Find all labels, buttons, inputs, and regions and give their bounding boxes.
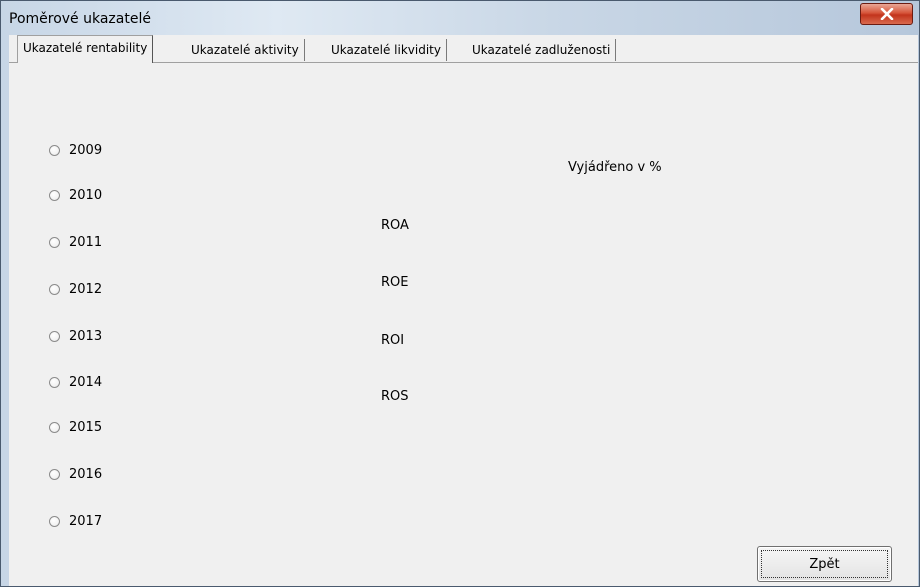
radio-year-2012[interactable]: 2012	[49, 282, 102, 297]
radio-year-2009[interactable]: 2009	[49, 143, 102, 158]
tab-zadluzenost[interactable]: Ukazatelé zadluženosti	[468, 39, 617, 61]
radio-button-icon[interactable]	[49, 422, 60, 433]
radio-button-icon[interactable]	[49, 190, 60, 201]
back-button[interactable]: Zpět	[757, 546, 892, 582]
radio-button-icon[interactable]	[49, 377, 60, 388]
indicator-label-ros: ROS	[381, 389, 409, 404]
radio-label: 2010	[69, 188, 103, 203]
radio-year-2010[interactable]: 2010	[49, 188, 102, 203]
radio-button-icon[interactable]	[49, 237, 60, 248]
radio-year-2013[interactable]: 2013	[49, 329, 102, 344]
dialog-window: Poměrové ukazatelé Ukazatelé rentability…	[0, 0, 920, 587]
radio-label: 2014	[69, 375, 103, 390]
radio-button-icon[interactable]	[49, 469, 60, 480]
client-area: Ukazatelé rentability Ukazatelé aktivity…	[9, 35, 918, 586]
unit-note-label: Vyjádřeno v %	[568, 160, 662, 175]
back-button-label: Zpět	[761, 550, 888, 578]
radio-label: 2011	[69, 235, 103, 250]
radio-label: 2015	[69, 420, 103, 435]
tab-rentabilita[interactable]: Ukazatelé rentability	[17, 35, 154, 63]
tab-strip: Ukazatelé rentability Ukazatelé aktivity…	[9, 35, 918, 63]
radio-label: 2012	[69, 282, 103, 297]
radio-button-icon[interactable]	[49, 516, 60, 527]
radio-button-icon[interactable]	[49, 145, 60, 156]
title-bar[interactable]: Poměrové ukazatelé	[1, 1, 919, 35]
radio-label: 2016	[69, 467, 103, 482]
radio-year-2011[interactable]: 2011	[49, 235, 102, 250]
radio-label: 2009	[69, 143, 103, 158]
radio-label: 2013	[69, 329, 103, 344]
radio-year-2017[interactable]: 2017	[49, 514, 102, 529]
radio-year-2015[interactable]: 2015	[49, 420, 102, 435]
close-x-icon	[861, 4, 912, 24]
indicator-label-roa: ROA	[381, 218, 409, 233]
indicator-label-roi: ROI	[381, 333, 405, 348]
tab-panel-rentabilita: 2009 2010 2011 2012 2013 2014 2015 2016 …	[9, 62, 918, 586]
indicator-label-roe: ROE	[381, 275, 409, 290]
radio-button-icon[interactable]	[49, 284, 60, 295]
radio-year-2016[interactable]: 2016	[49, 467, 102, 482]
radio-year-2014[interactable]: 2014	[49, 375, 102, 390]
radio-button-icon[interactable]	[49, 331, 60, 342]
radio-label: 2017	[69, 514, 103, 529]
close-button[interactable]	[860, 3, 913, 25]
tab-aktivita[interactable]: Ukazatelé aktivity	[187, 39, 305, 61]
window-title: Poměrové ukazatelé	[9, 11, 151, 27]
tab-likvidita[interactable]: Ukazatelé likvidity	[327, 39, 447, 61]
